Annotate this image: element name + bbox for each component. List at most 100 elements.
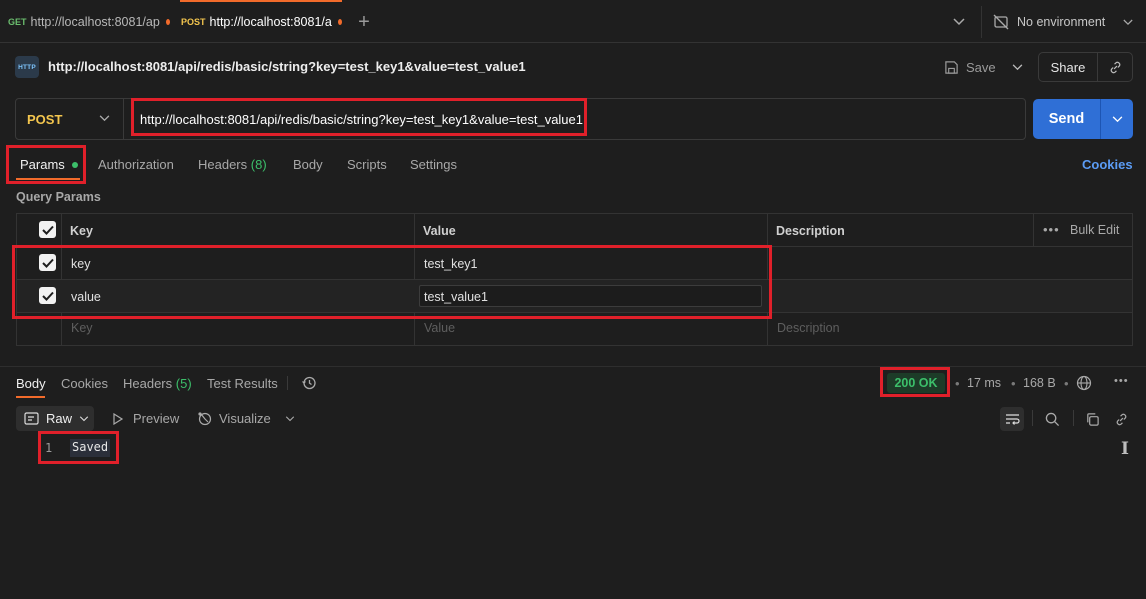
link-icon[interactable] — [1098, 60, 1132, 75]
separator-dot: • — [1011, 376, 1016, 391]
save-button[interactable]: Save — [944, 54, 1000, 80]
method-label: GET — [8, 16, 27, 27]
send-button[interactable]: Send — [1033, 99, 1133, 139]
response-size[interactable]: 168 B — [1023, 376, 1056, 390]
new-description-placeholder[interactable]: Description — [777, 321, 840, 335]
environment-selector[interactable]: No environment — [993, 10, 1143, 34]
method-selector[interactable]: POST — [16, 99, 124, 139]
active-tab-indicator — [16, 396, 45, 398]
raw-text-icon — [24, 412, 39, 425]
tab-headers[interactable]: Headers (8) — [198, 157, 267, 172]
visualize-label: Visualize — [219, 411, 271, 426]
tab-params[interactable]: Params — [20, 157, 78, 172]
raw-label: Raw — [46, 411, 73, 426]
wrap-lines-icon[interactable] — [1000, 407, 1024, 431]
row-checkbox[interactable] — [39, 287, 56, 304]
active-tab-indicator — [16, 178, 80, 180]
response-time[interactable]: 17 ms — [967, 376, 1001, 390]
headers-count: (5) — [175, 376, 192, 391]
globe-icon[interactable] — [1075, 374, 1093, 392]
history-icon[interactable] — [300, 374, 318, 392]
http-request-icon: HTTP — [15, 56, 39, 78]
more-options-icon[interactable]: ••• — [1114, 375, 1129, 387]
new-key-placeholder[interactable]: Key — [71, 321, 93, 335]
param-value[interactable]: test_key1 — [424, 257, 478, 271]
divider — [1032, 410, 1033, 426]
param-key[interactable]: value — [71, 290, 101, 304]
params-label: Params — [20, 157, 65, 172]
preview-label: Preview — [133, 411, 180, 426]
select-all-checkbox[interactable] — [39, 221, 56, 238]
status-badge: 200 OK — [887, 373, 945, 393]
response-tab-tests[interactable]: Test Results — [207, 376, 278, 391]
chevron-down-icon — [79, 415, 89, 421]
tab-bar — [0, 0, 1146, 43]
headers-label: Headers — [123, 376, 173, 391]
tab-get[interactable]: GET http://localhost:8081/ap — [8, 0, 170, 43]
send-options-chevron-icon[interactable] — [1101, 99, 1133, 139]
copy-icon[interactable] — [1083, 410, 1101, 428]
tab-label: http://localhost:8081/a — [209, 14, 332, 29]
divider — [1033, 213, 1034, 246]
tab-body[interactable]: Body — [293, 157, 323, 172]
save-icon — [945, 60, 958, 74]
row-checkbox[interactable] — [39, 254, 56, 271]
save-options-chevron-icon[interactable] — [1006, 56, 1028, 78]
visualize-options-chevron-icon[interactable] — [282, 413, 298, 425]
divider — [16, 312, 1133, 313]
line-number: 1 — [45, 441, 53, 455]
separator-dot: • — [1064, 376, 1069, 391]
play-icon — [113, 412, 124, 425]
column-header-description: Description — [776, 224, 845, 238]
send-label: Send — [1048, 111, 1085, 127]
visualize-icon — [198, 412, 212, 426]
raw-view-selector[interactable]: Raw — [16, 406, 94, 431]
share-button[interactable]: Share — [1038, 52, 1133, 82]
divider — [1073, 410, 1074, 426]
chevron-down-icon — [1123, 19, 1133, 25]
preview-button[interactable]: Preview — [112, 411, 179, 426]
request-title[interactable]: http://localhost:8081/api/redis/basic/st… — [48, 59, 526, 74]
no-environment-icon — [993, 14, 1009, 30]
status-dot-icon — [71, 161, 78, 168]
divider — [981, 6, 982, 38]
response-tab-body[interactable]: Body — [16, 376, 46, 391]
response-tab-headers[interactable]: Headers (5) — [123, 376, 192, 391]
headers-count: (8) — [250, 157, 267, 172]
new-tab-plus-icon[interactable]: + — [352, 10, 376, 34]
link-icon[interactable] — [1112, 410, 1130, 428]
tab-post[interactable]: POST http://localhost:8081/a — [180, 0, 342, 43]
response-body-text[interactable]: Saved — [70, 439, 111, 457]
visualize-button[interactable]: Visualize — [197, 411, 271, 426]
environment-label: No environment — [1017, 15, 1106, 29]
query-params-title: Query Params — [16, 190, 101, 204]
response-tab-cookies[interactable]: Cookies — [61, 376, 108, 391]
bulk-edit-button[interactable]: Bulk Edit — [1070, 223, 1119, 237]
column-header-key: Key — [70, 224, 93, 238]
tab-authorization[interactable]: Authorization — [98, 157, 174, 172]
method-label: POST — [181, 16, 206, 27]
more-options-icon[interactable]: ••• — [1043, 222, 1060, 237]
cookies-link[interactable]: Cookies — [1082, 157, 1133, 172]
method-value: POST — [27, 111, 63, 127]
unsaved-dot-icon — [165, 18, 170, 25]
url-input[interactable]: http://localhost:8081/api/redis/basic/st… — [140, 112, 583, 127]
param-value[interactable]: test_value1 — [424, 290, 488, 304]
tab-label: http://localhost:8081/ap — [30, 14, 160, 29]
chevron-down-icon — [99, 115, 110, 122]
param-key[interactable]: key — [71, 257, 90, 271]
tabs-dropdown-chevron-icon[interactable] — [948, 12, 970, 32]
unsaved-dot-icon — [337, 18, 342, 25]
divider — [287, 376, 288, 390]
tab-settings[interactable]: Settings — [410, 157, 457, 172]
headers-label: Headers — [198, 157, 248, 172]
divider — [16, 246, 1133, 247]
text-cursor-icon: I — [1121, 439, 1129, 459]
divider — [0, 366, 1146, 367]
search-icon[interactable] — [1043, 410, 1061, 428]
share-label: Share — [1050, 59, 1086, 75]
new-value-placeholder[interactable]: Value — [424, 321, 455, 335]
separator-dot: • — [955, 376, 960, 391]
tab-scripts[interactable]: Scripts — [347, 157, 387, 172]
save-label: Save — [966, 59, 996, 75]
